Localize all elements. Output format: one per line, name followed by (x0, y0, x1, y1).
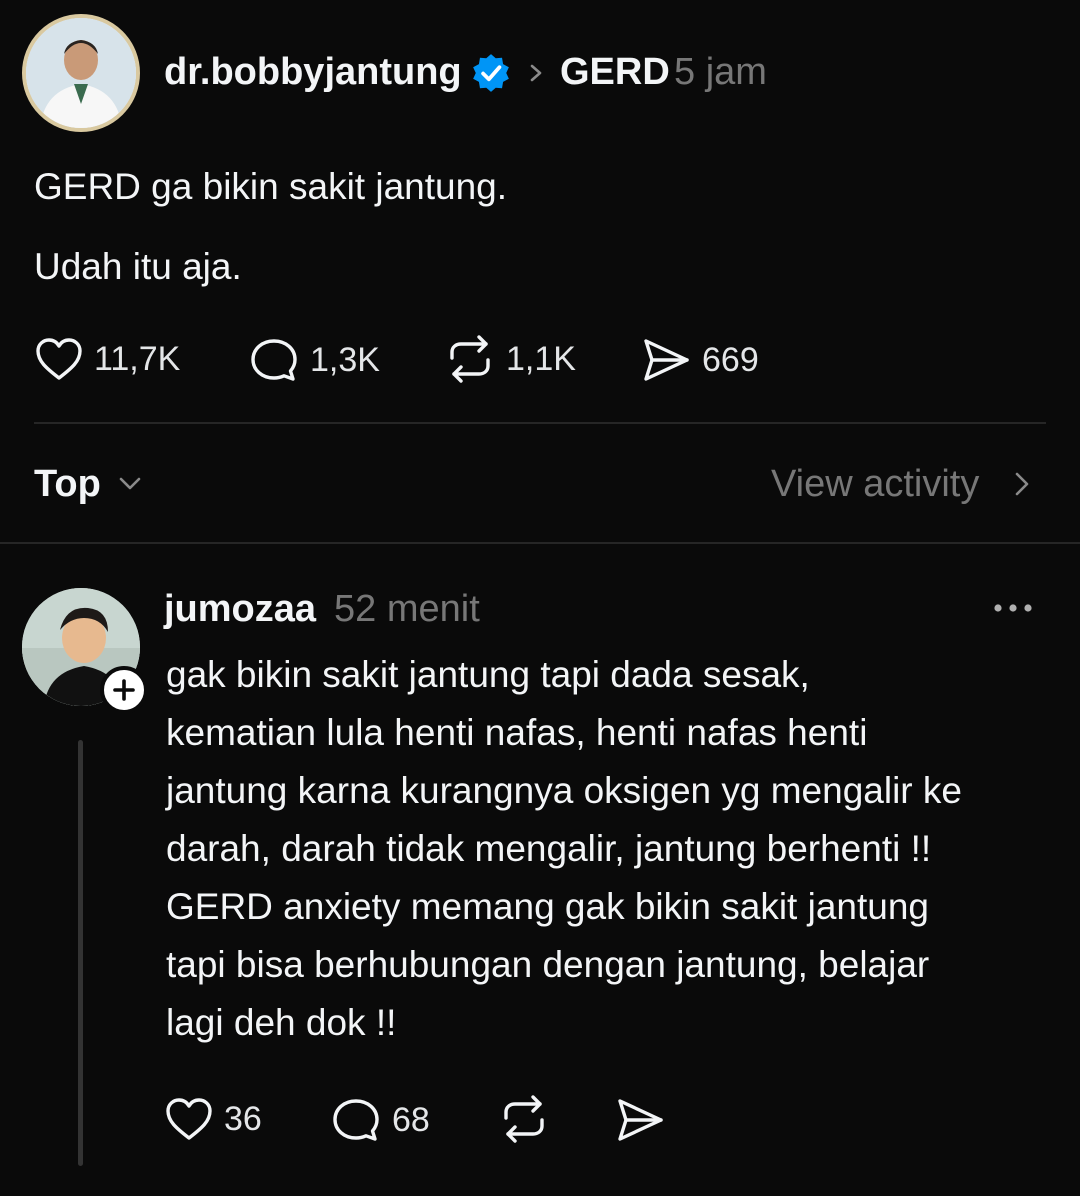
comment-icon (333, 1099, 379, 1141)
repost-icon (450, 335, 490, 383)
repost-count: 1,1K (506, 340, 576, 378)
plus-icon (113, 679, 135, 701)
reply-text: gak bikin sakit jantung tapi dada sesak,… (166, 646, 1066, 1052)
reply-count: 1,3K (310, 341, 380, 379)
reply-text-line: tapi bisa berhubungan dengan jantung, be… (166, 944, 930, 985)
reply-share-button[interactable] (614, 1096, 666, 1144)
send-icon (618, 1099, 663, 1141)
like-count: 11,7K (94, 340, 181, 378)
chevron-right-icon (530, 64, 542, 82)
follow-button[interactable] (100, 666, 148, 714)
divider (34, 422, 1046, 424)
reply-button[interactable]: 1,3K (248, 336, 380, 384)
thread-line (78, 740, 83, 1166)
heart-icon (166, 1098, 212, 1140)
topic-tag[interactable]: GERD (560, 46, 670, 98)
chevron-right-icon (1015, 472, 1029, 496)
reply-reply-button[interactable]: 68 (330, 1096, 430, 1144)
repost-icon (504, 1095, 544, 1143)
reply-text-line: lagi deh dok !! (166, 1002, 397, 1043)
view-activity-link[interactable]: View activity (771, 460, 979, 508)
author-avatar[interactable] (22, 14, 140, 132)
post-timestamp: 5 jam (674, 51, 767, 93)
avatar-portrait (26, 18, 136, 128)
like-button[interactable]: 11,7K (34, 336, 180, 382)
post-text-line: GERD ga bikin sakit jantung. (34, 166, 508, 207)
reply-like-count: 36 (224, 1100, 262, 1138)
heart-icon (36, 338, 82, 380)
reply-text-line: jantung karna kurangnya oksigen yg menga… (166, 770, 962, 811)
reply-text-line: kematian lula henti nafas, henti nafas h… (166, 712, 868, 753)
reply-text-line: gak bikin sakit jantung tapi dada sesak, (166, 654, 810, 695)
sort-dropdown-label[interactable]: Top (34, 460, 101, 508)
more-icon[interactable] (990, 598, 1036, 618)
share-button[interactable]: 669 (640, 336, 759, 384)
reply-text-line: darah, darah tidak mengalir, jantung ber… (166, 828, 932, 869)
post-text-line: Udah itu aja. (34, 246, 242, 287)
comment-icon (251, 339, 297, 381)
reply-like-button[interactable]: 36 (164, 1096, 262, 1142)
section-divider (0, 542, 1080, 544)
post-author-name[interactable]: dr.bobbyjantung (164, 46, 462, 98)
reply-text-line: GERD anxiety memang gak bikin sakit jant… (166, 886, 929, 927)
send-icon (644, 339, 689, 381)
repost-button[interactable]: 1,1K (444, 334, 576, 384)
share-count: 669 (702, 341, 759, 379)
reply-author-name[interactable]: jumozaa (164, 584, 316, 634)
reply-repost-button[interactable] (498, 1094, 550, 1144)
chevron-down-icon[interactable] (116, 470, 144, 498)
reply-reply-count: 68 (392, 1101, 430, 1139)
verified-badge-icon (473, 54, 509, 92)
reply-timestamp: 52 menit (334, 588, 480, 630)
